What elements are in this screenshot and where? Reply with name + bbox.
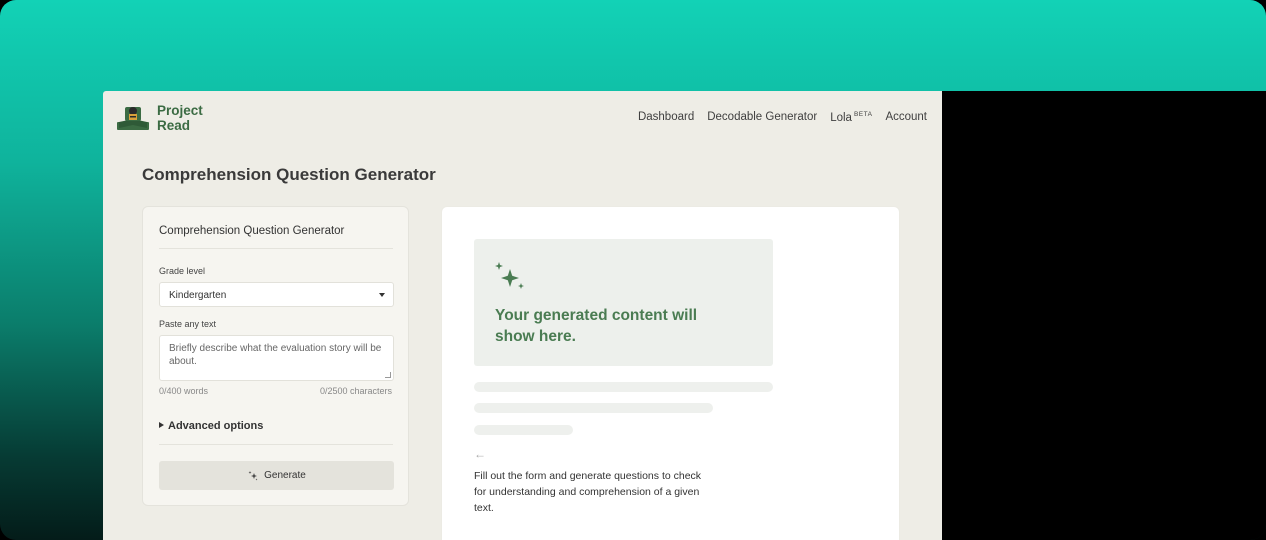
- resize-handle-icon[interactable]: [385, 372, 391, 378]
- word-count: 0/400 words: [159, 386, 209, 396]
- caret-right-icon: [159, 422, 164, 428]
- skeleton-line: [474, 382, 773, 392]
- sparkle-icon: [248, 470, 258, 480]
- nav-decodable-generator[interactable]: Decodable Generator: [707, 111, 817, 124]
- nav-dashboard[interactable]: Dashboard: [638, 111, 694, 124]
- paste-text-input[interactable]: Briefly describe what the evaluation sto…: [159, 335, 394, 381]
- beta-badge: BETA: [853, 111, 873, 118]
- output-card: Your generated content will show here. ←…: [441, 206, 900, 540]
- nav-account[interactable]: Account: [885, 111, 927, 124]
- instruction-hint: Fill out the form and generate questions…: [474, 470, 702, 514]
- project-read-logo[interactable]: Project Read: [115, 103, 203, 133]
- paste-text-label: Paste any text: [159, 319, 217, 329]
- divider: [159, 248, 393, 249]
- book-reader-icon: [117, 107, 149, 130]
- nav-lola-label: Lola: [830, 112, 852, 124]
- grade-level-value: Kindergarten: [169, 290, 227, 301]
- brand-line-1: Project: [157, 103, 203, 118]
- background-frame: Project Read Dashboard Decodable Generat…: [0, 0, 1266, 540]
- sparkles-icon: [495, 262, 524, 289]
- top-nav-bar: Project Read Dashboard Decodable Generat…: [103, 91, 942, 145]
- nav-lola[interactable]: Lola BETA: [830, 111, 872, 124]
- output-placeholder: Your generated content will show here.: [474, 239, 773, 366]
- character-count: 0/2500 characters: [319, 386, 392, 396]
- arrow-left-icon: ←: [474, 447, 486, 461]
- grade-level-label: Grade level: [159, 266, 206, 276]
- generate-label: Generate: [264, 470, 306, 481]
- generate-button[interactable]: Generate: [159, 461, 394, 490]
- page-title: Comprehension Question Generator: [142, 165, 436, 184]
- app-window: Project Read Dashboard Decodable Generat…: [103, 91, 942, 540]
- divider: [159, 444, 393, 445]
- skeleton-line: [474, 403, 713, 413]
- generator-form-card: Comprehension Question Generator Grade l…: [142, 206, 409, 506]
- empty-dark-area: [942, 91, 1266, 540]
- advanced-options-label: Advanced options: [168, 420, 264, 432]
- form-title: Comprehension Question Generator: [159, 225, 345, 237]
- skeleton-line: [474, 425, 573, 435]
- main-nav: Dashboard Decodable Generator Lola BETA A…: [638, 111, 927, 124]
- grade-level-select[interactable]: Kindergarten: [159, 282, 394, 307]
- advanced-options-toggle[interactable]: Advanced options: [159, 420, 263, 432]
- placeholder-message: Your generated content will show here.: [495, 307, 698, 345]
- caret-down-icon: [379, 293, 385, 297]
- paste-text-placeholder: Briefly describe what the evaluation sto…: [169, 343, 382, 367]
- brand-line-2: Read: [157, 118, 191, 133]
